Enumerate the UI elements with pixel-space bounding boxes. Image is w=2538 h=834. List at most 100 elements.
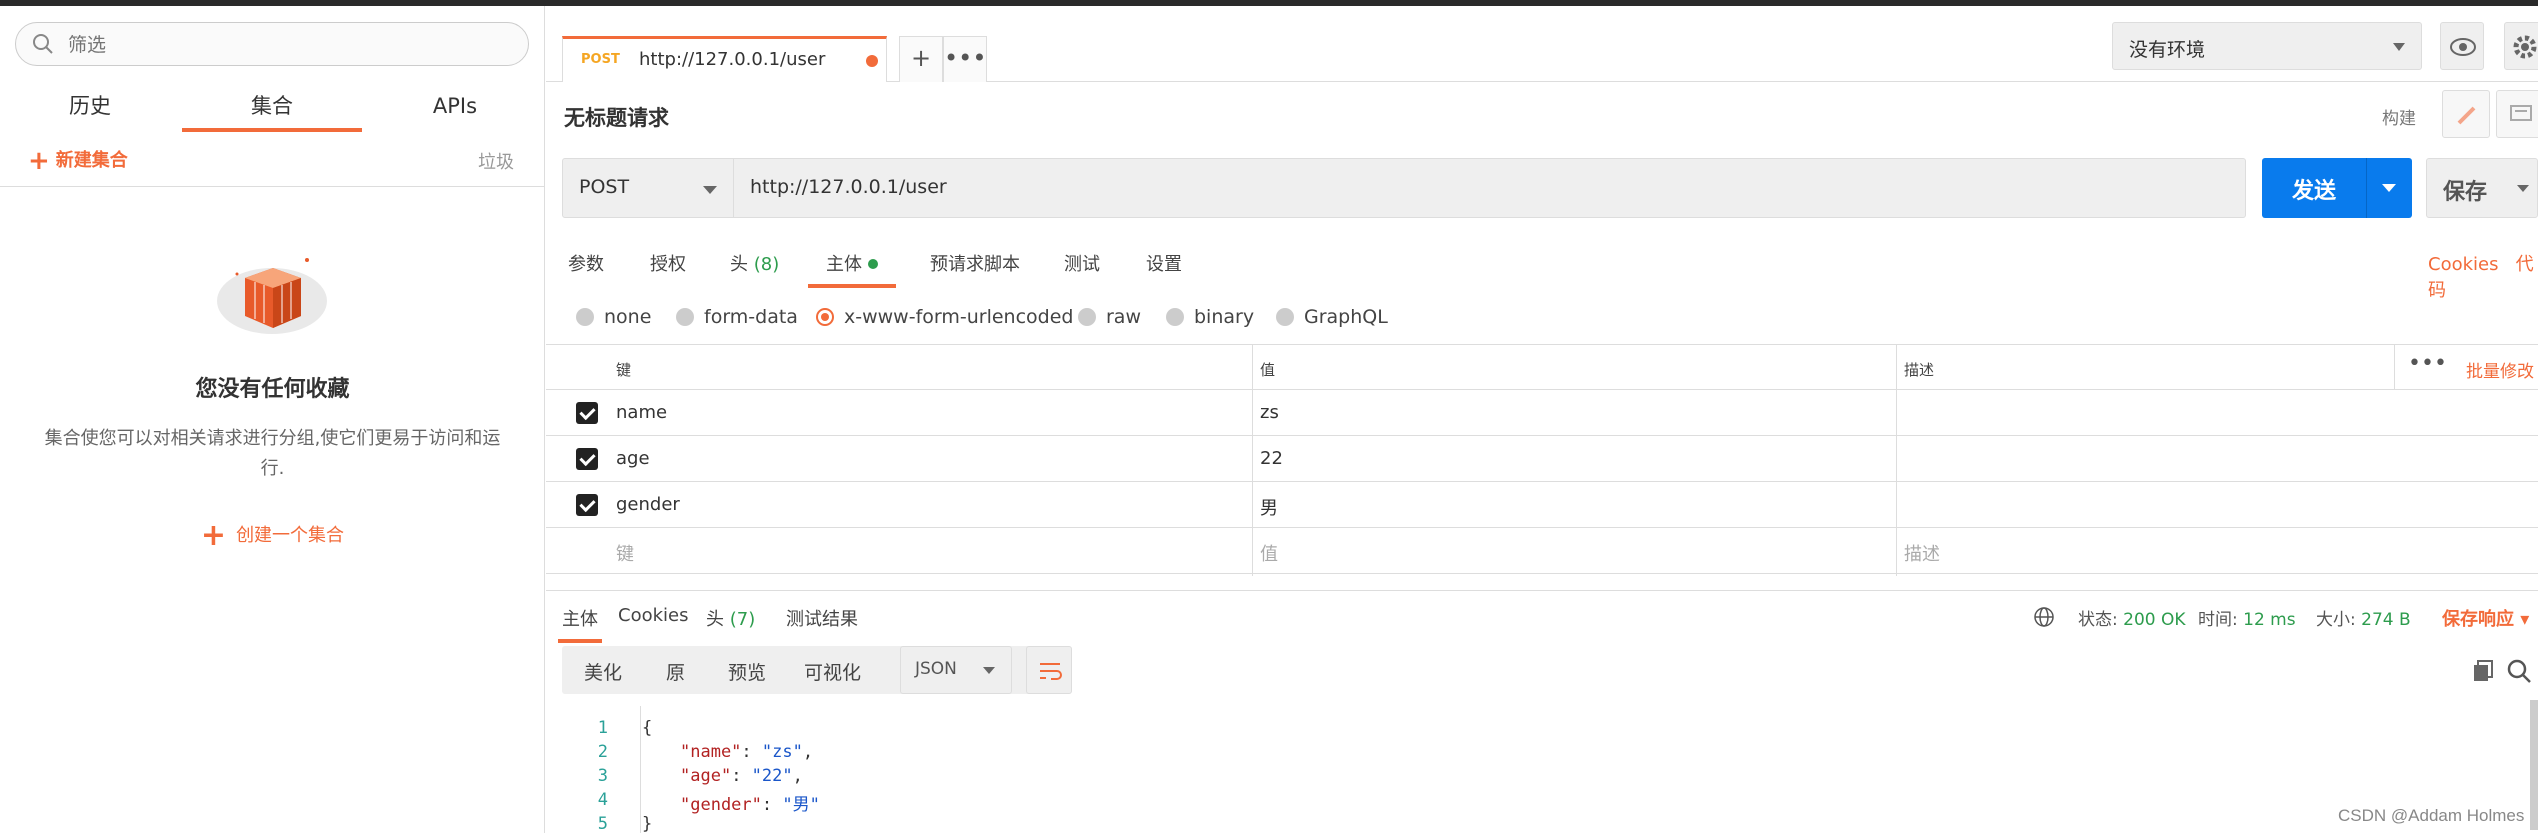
radio-label: GraphQL	[1304, 306, 1388, 328]
environment-quick-look-button[interactable]	[2440, 22, 2484, 70]
tab-headers[interactable]: 头 (8)	[730, 250, 779, 276]
column-divider	[2394, 344, 2395, 390]
response-tab-headers[interactable]: 头 (7)	[706, 605, 755, 631]
edit-button[interactable]	[2442, 90, 2490, 138]
new-key-input[interactable]: 键	[616, 540, 634, 566]
code-line: "gender": "男"	[680, 795, 820, 815]
bulk-edit-link[interactable]: 批量修改	[2466, 357, 2534, 382]
tab-tests[interactable]: 测试	[1064, 250, 1100, 276]
plus-icon: +	[28, 146, 50, 176]
row-checkbox[interactable]	[576, 494, 598, 516]
environment-settings-button[interactable]	[2504, 22, 2538, 70]
view-pretty[interactable]: 美化	[584, 658, 622, 685]
json-value: "22"	[751, 766, 793, 786]
tab-body-label: 主体	[826, 254, 862, 275]
line-number: 5	[597, 814, 608, 834]
tab-settings[interactable]: 设置	[1146, 250, 1182, 276]
request-tab-url: http://127.0.0.1/user	[639, 49, 826, 70]
response-tab-cookies[interactable]: Cookies	[618, 605, 688, 626]
radio-x-www-form-urlencoded[interactable]: x-www-form-urlencoded	[816, 306, 1073, 328]
request-tab-method: POST	[581, 52, 620, 67]
search-box[interactable]	[15, 22, 529, 66]
time-info: 时间: 12 ms	[2198, 605, 2296, 630]
wrap-icon	[1040, 663, 1062, 680]
main-panel: POST http://127.0.0.1/user + ••• 没有环境 无标…	[546, 6, 2538, 834]
row-value[interactable]: zs	[1260, 402, 1279, 423]
table-row: name zs	[546, 390, 2538, 436]
response-tab-test-results[interactable]: 测试结果	[786, 605, 858, 631]
json-value: "男"	[782, 795, 820, 815]
radio-none[interactable]: none	[576, 306, 651, 328]
method-select[interactable]: POST	[562, 158, 734, 218]
save-label: 保存	[2443, 180, 2488, 205]
tab-apis[interactable]: APIs	[405, 86, 505, 132]
new-value-input[interactable]: 值	[1260, 540, 1278, 566]
view-raw[interactable]: 原	[666, 658, 685, 685]
format-select[interactable]: JSON	[900, 646, 1012, 694]
plus-icon: +	[200, 518, 227, 553]
search-icon[interactable]	[2504, 656, 2534, 686]
radio-binary[interactable]: binary	[1166, 306, 1254, 328]
unsaved-dot-icon	[866, 55, 878, 67]
row-value[interactable]: 男	[1260, 494, 1278, 520]
row-value[interactable]: 22	[1260, 448, 1283, 469]
response-tab-body[interactable]: 主体	[558, 605, 602, 643]
radio-raw[interactable]: raw	[1078, 306, 1141, 328]
tab-collections[interactable]: 集合	[182, 86, 362, 132]
view-visualize[interactable]: 可视化	[804, 658, 861, 685]
header-value: 值	[1260, 361, 1276, 379]
scrollbar[interactable]	[2530, 700, 2538, 830]
radio-circle	[676, 308, 694, 326]
time-value: 12 ms	[2243, 610, 2296, 630]
tab-history[interactable]: 历史	[40, 86, 140, 132]
url-input[interactable]: http://127.0.0.1/user	[734, 158, 2246, 218]
tab-options-button[interactable]: •••	[943, 36, 987, 82]
tab-prerequest-script[interactable]: 预请求脚本	[930, 250, 1020, 276]
tab-body[interactable]: 主体	[808, 250, 896, 288]
radio-circle	[1078, 308, 1096, 326]
row-key[interactable]: gender	[616, 494, 680, 515]
empty-title: 您没有任何收藏	[195, 377, 350, 402]
row-key[interactable]: name	[616, 402, 667, 423]
pencil-icon	[2457, 106, 2476, 125]
line-number: 4	[597, 790, 608, 810]
save-button[interactable]: 保存	[2426, 158, 2538, 218]
more-options-icon[interactable]: •••	[2408, 351, 2447, 376]
radio-graphql[interactable]: GraphQL	[1276, 306, 1388, 328]
request-title: 无标题请求	[564, 106, 669, 130]
new-tab-button[interactable]: +	[899, 36, 943, 82]
comments-button[interactable]	[2496, 90, 2538, 138]
response-code: 1 2 3 4 5 { "name": "zs", "age": "22", "…	[546, 706, 2538, 834]
save-response-button[interactable]: 保存响应 ▾	[2442, 605, 2529, 631]
request-tab-bar: POST http://127.0.0.1/user + ••• 没有环境	[546, 6, 2538, 82]
table-header: 键 值 描述 ••• 批量修改	[546, 344, 2538, 390]
wrap-lines-button[interactable]	[1026, 646, 1072, 694]
copy-icon[interactable]	[2468, 656, 2498, 686]
line-number: 1	[597, 718, 608, 738]
code-line: {	[642, 718, 653, 738]
comment-icon	[2510, 105, 2532, 121]
tab-headers-label: 头	[730, 254, 748, 275]
new-description-input[interactable]: 描述	[1904, 540, 1940, 566]
radio-form-data[interactable]: form-data	[676, 306, 798, 328]
line-number: 3	[597, 766, 608, 786]
row-checkbox[interactable]	[576, 402, 598, 424]
view-preview[interactable]: 预览	[728, 658, 766, 685]
row-key[interactable]: age	[616, 448, 650, 469]
request-tab[interactable]: POST http://127.0.0.1/user	[562, 36, 887, 82]
send-button[interactable]: 发送	[2262, 158, 2412, 218]
radio-label: none	[604, 306, 652, 328]
cookies-link[interactable]: Cookies 代码	[2428, 250, 2538, 302]
header-description: 描述	[1904, 361, 1935, 379]
environment-select[interactable]: 没有环境	[2112, 22, 2422, 70]
code-line: "name": "zs",	[680, 742, 814, 762]
search-input[interactable]	[68, 31, 508, 59]
new-collection-button[interactable]: + 新建集合	[28, 146, 128, 176]
create-collection-button[interactable]: + 创建一个集合	[0, 518, 545, 553]
row-checkbox[interactable]	[576, 448, 598, 470]
globe-icon[interactable]	[2032, 605, 2056, 629]
trash-link[interactable]: 垃圾	[478, 148, 514, 174]
tab-auth[interactable]: 授权	[650, 250, 686, 276]
table-row: gender 男	[546, 482, 2538, 528]
tab-params[interactable]: 参数	[568, 250, 604, 276]
